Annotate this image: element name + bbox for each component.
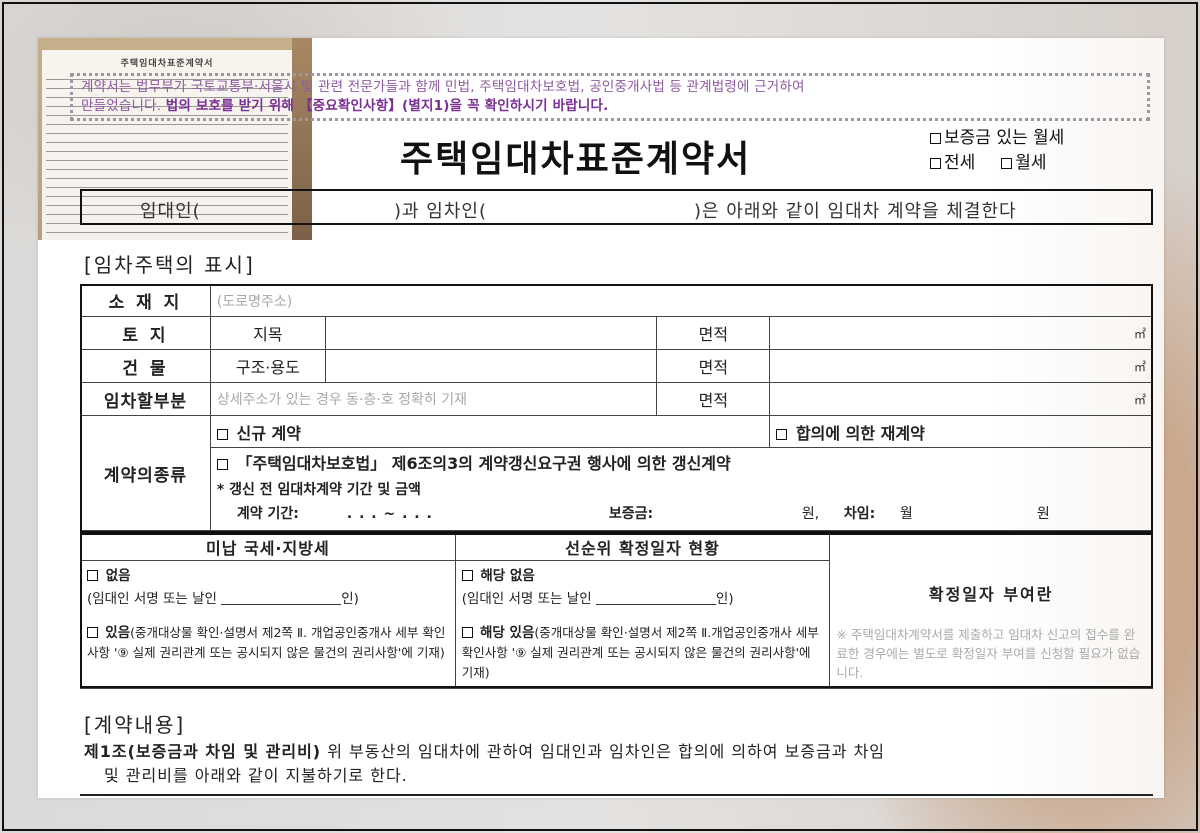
priority-cell: 해당 없음 (임대인 서명 또는 날인 인) 해당 있음(중개대상물 확인·설명… [454,560,831,689]
building-row: 건 물 구조·용도 면적 ㎡ [80,349,1153,383]
prior-contract-note: * 갱신 전 임대차계약 기간 및 금액 [216,482,421,498]
tax-cell: 없음 (임대인 서명 또는 날인 인) 있음(중개대상물 확인·설명서 제2쪽 … [80,560,456,689]
address-row: 소 재 지 (도로명주소) [80,284,1154,317]
prior-deposit-label: 보증금: [608,506,654,522]
checkbox-icon [930,133,941,144]
leased-area-label: 면적 [656,382,771,416]
leased-part-label: 임차할부분 [80,382,211,416]
tax-signature-line[interactable] [221,591,342,605]
notice-banner: 계약서는 법무부가 국토교통부·서울시 및 관련 전문가들과 함께 민법, 주택… [70,73,1150,121]
article-1-text-2: 및 관리비를 아래와 같이 지불하기로 한다. [104,766,408,785]
address-field[interactable]: (도로명주소) [209,284,1154,317]
land-label: 토 지 [80,316,211,350]
prior-rent-label: 차임: [843,506,876,522]
article-1-title: 제1조(보증금과 차임 및 관리비) [84,742,322,761]
priority-none-option[interactable]: 해당 없음 [461,567,824,586]
period-dots[interactable]: . . . ~ . . . [347,502,433,526]
building-structure-field[interactable] [324,349,658,383]
tax-exists-option[interactable]: 있음(중개대상물 확인·설명서 제2쪽 Ⅱ. 개업공인중개사 세부 확인사항 '… [87,623,449,663]
contract-type-options: 보증금 있는 월세 전세 월세 [930,126,1064,176]
tenant-label: )과 임차인( [394,201,488,222]
contract-kind-row-2: 「주택임대차보호법」 제6조의3의 계약갱신요구권 행사에 의한 갱신계약 * … [81,447,1154,531]
article-1-text: 위 부동산의 임대차에 관하여 임대인과 임차인은 합의에 의하여 보증금과 차… [321,742,886,761]
property-section-heading: [임차주택의 표시] [84,253,255,277]
land-area-field[interactable]: ㎡ [769,316,1153,350]
leased-part-field[interactable]: 상세주소가 있는 경우 동·층·호 정확히 기재 [209,382,658,416]
checkbox-icon [87,627,98,638]
parties-tail: )은 아래와 같이 임대차 계약을 체결한다 [694,201,1017,222]
contract-kind-label: 계약의종류 [80,415,211,531]
checkbox-icon [930,158,941,169]
contract-kind-row-1: 계약의종류 신규 계약 합의에 의한 재계약 [80,415,1153,531]
notice-line-2-prefix: 만들었습니다. [81,98,162,114]
table-top-edge [80,794,1153,796]
tax-none-option[interactable]: 없음 [87,567,449,586]
checkbox-icon [461,570,473,581]
confirm-header: 확정일자 부여란 ※ 주택임대차계약서를 제출하고 임대차 신고의 접수를 완료… [829,533,1153,689]
address-label: 소 재 지 [80,284,211,317]
thumbnail-title: 주택임대차표준계약서 [120,59,214,69]
option-jeonse[interactable]: 전세 [930,151,975,176]
priority-exists-option[interactable]: 해당 있음(중개대상물 확인·설명서 제2쪽 Ⅱ.개업공인중개사 세부 확인사항… [461,623,824,683]
priority-signature-line[interactable] [595,591,716,605]
option-renewal-agreement[interactable]: 합의에 의한 재계약 [769,415,1153,448]
leased-part-row: 임차할부분 상세주소가 있는 경우 동·층·호 정확히 기재 면적 ㎡ [80,382,1153,416]
checkbox-icon [216,459,228,470]
monthly-label: 월 [899,506,913,522]
parties-line: 임대인( )과 임차인( )은 아래와 같이 임대차 계약을 체결한다 [80,189,1153,225]
contents-section-heading: [계약내용] [84,713,186,737]
land-area-label: 면적 [656,316,771,350]
confirm-note: ※ 주택임대차계약서를 제출하고 임대차 신고의 접수를 완료한 경우에는 별도… [836,626,1141,680]
land-category-label: 지목 [209,316,326,350]
checkbox-icon [1001,158,1013,169]
option-monthly-with-deposit[interactable]: 보증금 있는 월세 [930,126,1064,151]
period-label: 계약 기간: [236,506,299,522]
leased-area-field[interactable]: ㎡ [769,382,1153,416]
option-monthly[interactable]: 월세 [1001,151,1047,176]
checkbox-icon [87,570,98,581]
building-area-field[interactable]: ㎡ [769,349,1153,383]
won-label: 원, [801,506,820,522]
checkbox-icon [461,627,473,638]
checkbox-icon [216,428,228,440]
land-row: 토 지 지목 면적 ㎡ [80,316,1153,350]
building-label: 건 물 [80,349,211,383]
checkbox-icon [776,428,788,440]
priority-header: 선순위 확정일자 현황 [454,533,831,561]
won-label-2: 원 [1036,506,1050,522]
document-title: 주택임대차표준계약서 [400,139,752,180]
land-category-field[interactable] [324,316,658,350]
building-structure-label: 구조·용도 [209,349,326,383]
option-new-contract[interactable]: 신규 계약 [209,415,771,448]
option-renewal-right[interactable]: 「주택임대차보호법」 제6조의3의 계약갱신요구권 행사에 의한 갱신계약 * … [209,447,1154,531]
building-area-label: 면적 [656,349,771,383]
rights-table: 미납 국세·지방세 선순위 확정일자 현황 확정일자 부여란 ※ 주택임대차계약… [80,533,1153,689]
notice-line-1: 계약서는 법무부가 국토교통부·서울시 및 관련 전문가들과 함께 민법, 주택… [81,79,805,95]
landlord-label: 임대인( [140,201,201,222]
notice-line-2-bold: 법의 보호를 받기 위해 【중요확인사항】(별지1)을 꼭 확인하시기 바랍니다… [165,98,609,114]
tax-header: 미납 국세·지방세 [80,533,456,561]
property-table: 소 재 지 (도로명주소) 토 지 지목 면적 ㎡ 건 물 구조·용도 면적 ㎡… [80,284,1154,531]
article-1: 제1조(보증금과 차임 및 관리비) 위 부동산의 임대차에 관하여 임대인과 … [84,740,1154,788]
